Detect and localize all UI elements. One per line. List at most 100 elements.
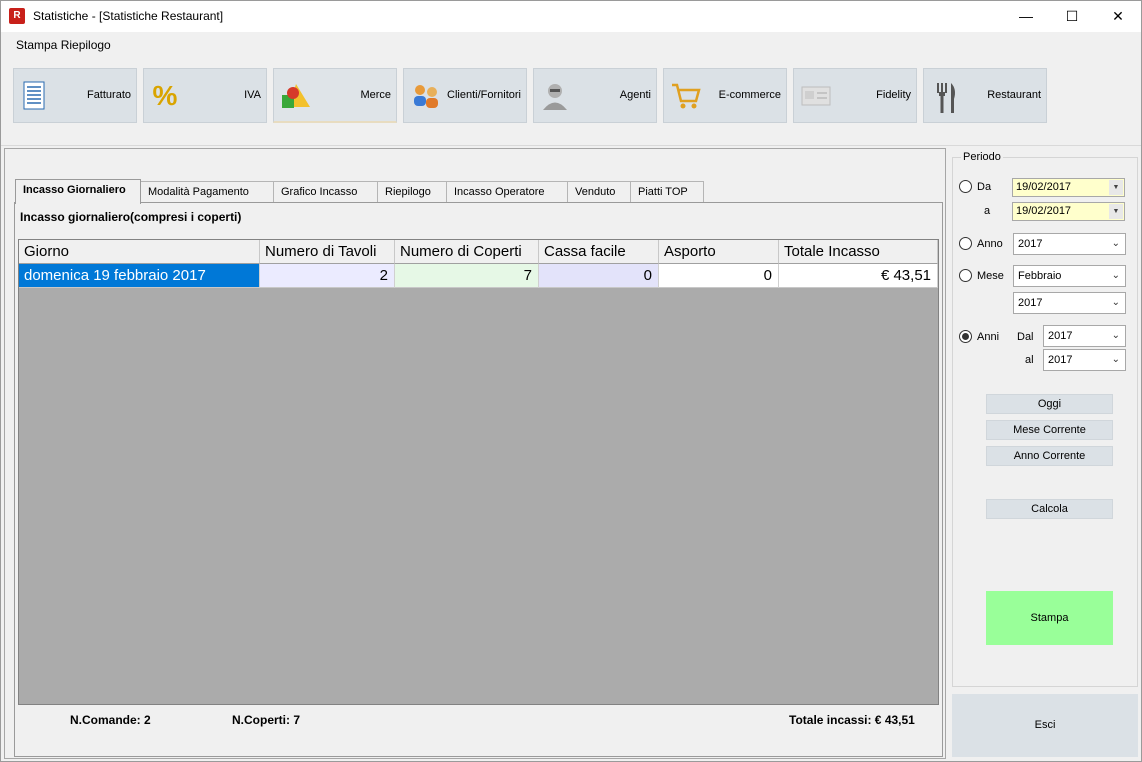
radio-da[interactable] bbox=[959, 180, 972, 193]
column-header-asporto[interactable]: Asporto bbox=[659, 240, 779, 264]
e-commerce-label: E-commerce bbox=[718, 89, 781, 101]
chevron-down-icon[interactable]: ▼ bbox=[1109, 204, 1123, 219]
date-a-field[interactable]: 19/02/2017 ▼ bbox=[1012, 202, 1125, 221]
maximize-button[interactable]: ☐ bbox=[1049, 1, 1095, 32]
restaurant-button[interactable]: Restaurant bbox=[923, 68, 1047, 123]
cell-asporto[interactable]: 0 bbox=[659, 264, 779, 288]
section-title: Incasso giornaliero(compresi i coperti) bbox=[20, 210, 242, 224]
column-header-tavoli[interactable]: Numero di Tavoli bbox=[260, 240, 395, 264]
merce-button[interactable]: Merce bbox=[273, 68, 397, 123]
mese-anno-select[interactable]: 2017 ⌄ bbox=[1013, 292, 1126, 314]
menu-stampa-riepilogo[interactable]: Stampa Riepilogo bbox=[16, 38, 111, 52]
radio-mese[interactable] bbox=[959, 269, 972, 282]
people-icon bbox=[410, 81, 440, 111]
cell-tavoli[interactable]: 2 bbox=[260, 264, 395, 288]
label-anni: Anni bbox=[977, 331, 1000, 343]
tab-venduto[interactable]: Venduto bbox=[567, 181, 631, 203]
tab-incasso-giornaliero[interactable]: Incasso Giornaliero bbox=[15, 179, 141, 204]
fidelity-label: Fidelity bbox=[876, 89, 911, 101]
app-icon: R bbox=[9, 8, 25, 24]
column-header-giorno[interactable]: Giorno bbox=[19, 240, 260, 264]
tab-riepilogo[interactable]: Riepilogo bbox=[377, 181, 447, 203]
periodo-title: Periodo bbox=[961, 151, 1003, 163]
oggi-button[interactable]: Oggi bbox=[986, 394, 1113, 414]
agenti-button[interactable]: Agenti bbox=[533, 68, 657, 123]
agent-icon bbox=[540, 81, 570, 111]
date-da-field[interactable]: 19/02/2017 ▼ bbox=[1012, 178, 1125, 197]
window-title: Statistiche - [Statistiche Restaurant] bbox=[33, 9, 224, 23]
clienti-fornitori-button[interactable]: Clienti/Fornitori bbox=[403, 68, 527, 123]
chevron-down-icon: ⌄ bbox=[1111, 238, 1120, 249]
cell-cassa-facile[interactable]: 0 bbox=[539, 264, 659, 288]
anno-select[interactable]: 2017 ⌄ bbox=[1013, 233, 1126, 255]
column-header-coperti[interactable]: Numero di Coperti bbox=[395, 240, 539, 264]
title-bar[interactable]: R Statistiche - [Statistiche Restaurant]… bbox=[1, 1, 1141, 32]
tab-incasso-operatore[interactable]: Incasso Operatore bbox=[446, 181, 568, 203]
date-a-value: 19/02/2017 bbox=[1016, 205, 1072, 217]
label-da: Da bbox=[977, 181, 992, 193]
tab-content: Incasso giornaliero(compresi i coperti) … bbox=[14, 202, 943, 757]
cutlery-icon bbox=[930, 81, 960, 113]
grid-header: Giorno Numero di Tavoli Numero di Copert… bbox=[19, 240, 938, 264]
restaurant-label: Restaurant bbox=[987, 89, 1041, 101]
periodo-group: Periodo Da 19/02/2017 ▼ a 19/02/2017 ▼ A… bbox=[952, 151, 1138, 687]
mese-anno-value: 2017 bbox=[1018, 297, 1043, 309]
radio-anni[interactable] bbox=[959, 330, 972, 343]
clienti-fornitori-label: Clienti/Fornitori bbox=[447, 89, 521, 101]
anno-corrente-button[interactable]: Anno Corrente bbox=[986, 446, 1113, 466]
chevron-down-icon: ⌄ bbox=[1111, 354, 1120, 365]
fidelity-button[interactable]: Fidelity bbox=[793, 68, 917, 123]
stampa-button[interactable]: Stampa bbox=[986, 591, 1113, 645]
cell-totale-incasso[interactable]: € 43,51 bbox=[779, 264, 938, 288]
statistics-panel: Incasso Giornaliero Modalità Pagamento G… bbox=[4, 148, 946, 759]
document-icon bbox=[20, 81, 50, 111]
dal-select[interactable]: 2017 ⌄ bbox=[1043, 325, 1126, 347]
chevron-down-icon[interactable]: ▼ bbox=[1109, 180, 1123, 195]
label-mese: Mese bbox=[977, 270, 1004, 282]
statistiche-window: R Statistiche - [Statistiche Restaurant]… bbox=[0, 0, 1142, 762]
incasso-grid[interactable]: Giorno Numero di Tavoli Numero di Copert… bbox=[18, 239, 939, 705]
agenti-label: Agenti bbox=[619, 89, 651, 101]
merce-label: Merce bbox=[360, 89, 391, 101]
tab-grafico-incasso[interactable]: Grafico Incasso bbox=[273, 181, 378, 203]
totale-incassi: Totale incassi: € 43,51 bbox=[789, 713, 915, 727]
chevron-down-icon: ⌄ bbox=[1111, 270, 1120, 281]
esci-button[interactable]: Esci bbox=[952, 694, 1138, 757]
label-al: al bbox=[1025, 354, 1034, 366]
minimize-button[interactable]: — bbox=[1003, 1, 1049, 32]
n-comande: N.Comande: 2 bbox=[70, 713, 151, 727]
module-toolbar: Fatturato % IVA Merce Clienti/Fornitori … bbox=[1, 56, 1141, 146]
al-value: 2017 bbox=[1048, 354, 1073, 366]
fatturato-button[interactable]: Fatturato bbox=[13, 68, 137, 123]
al-select[interactable]: 2017 ⌄ bbox=[1043, 349, 1126, 371]
fatturato-label: Fatturato bbox=[86, 89, 131, 101]
tab-modalita-pagamento[interactable]: Modalità Pagamento bbox=[140, 181, 274, 203]
cart-icon bbox=[670, 81, 701, 111]
shapes-icon bbox=[280, 81, 310, 111]
label-a: a bbox=[984, 205, 991, 217]
mese-corrente-button[interactable]: Mese Corrente bbox=[986, 420, 1113, 440]
tab-piatti-top[interactable]: Piatti TOP bbox=[630, 181, 704, 203]
cell-coperti[interactable]: 7 bbox=[395, 264, 539, 288]
column-header-cassa-facile[interactable]: Cassa facile bbox=[539, 240, 659, 264]
close-button[interactable]: ✕ bbox=[1095, 1, 1141, 32]
column-header-totale-incasso[interactable]: Totale Incasso bbox=[779, 240, 938, 264]
iva-button[interactable]: % IVA bbox=[143, 68, 267, 123]
chevron-down-icon: ⌄ bbox=[1111, 330, 1120, 341]
n-coperti: N.Coperti: 7 bbox=[232, 713, 301, 727]
date-da-value: 19/02/2017 bbox=[1016, 181, 1072, 193]
periodo-panel: Periodo Da 19/02/2017 ▼ a 19/02/2017 ▼ A… bbox=[950, 148, 1140, 690]
mese-value: Febbraio bbox=[1018, 270, 1062, 282]
e-commerce-button[interactable]: E-commerce bbox=[663, 68, 787, 123]
dal-value: 2017 bbox=[1048, 330, 1073, 342]
cell-giorno[interactable]: domenica 19 febbraio 2017 bbox=[19, 264, 260, 288]
calcola-button[interactable]: Calcola bbox=[986, 499, 1113, 519]
radio-anno[interactable] bbox=[959, 237, 972, 250]
label-anno: Anno bbox=[977, 238, 1003, 250]
table-row[interactable]: domenica 19 febbraio 2017 2 7 0 0 € 43,5… bbox=[19, 264, 938, 288]
menu-bar: Stampa Riepilogo bbox=[1, 32, 1141, 56]
chevron-down-icon: ⌄ bbox=[1111, 297, 1120, 308]
label-dal: Dal bbox=[1017, 331, 1034, 343]
iva-label: IVA bbox=[244, 89, 261, 101]
mese-select[interactable]: Febbraio ⌄ bbox=[1013, 265, 1126, 287]
